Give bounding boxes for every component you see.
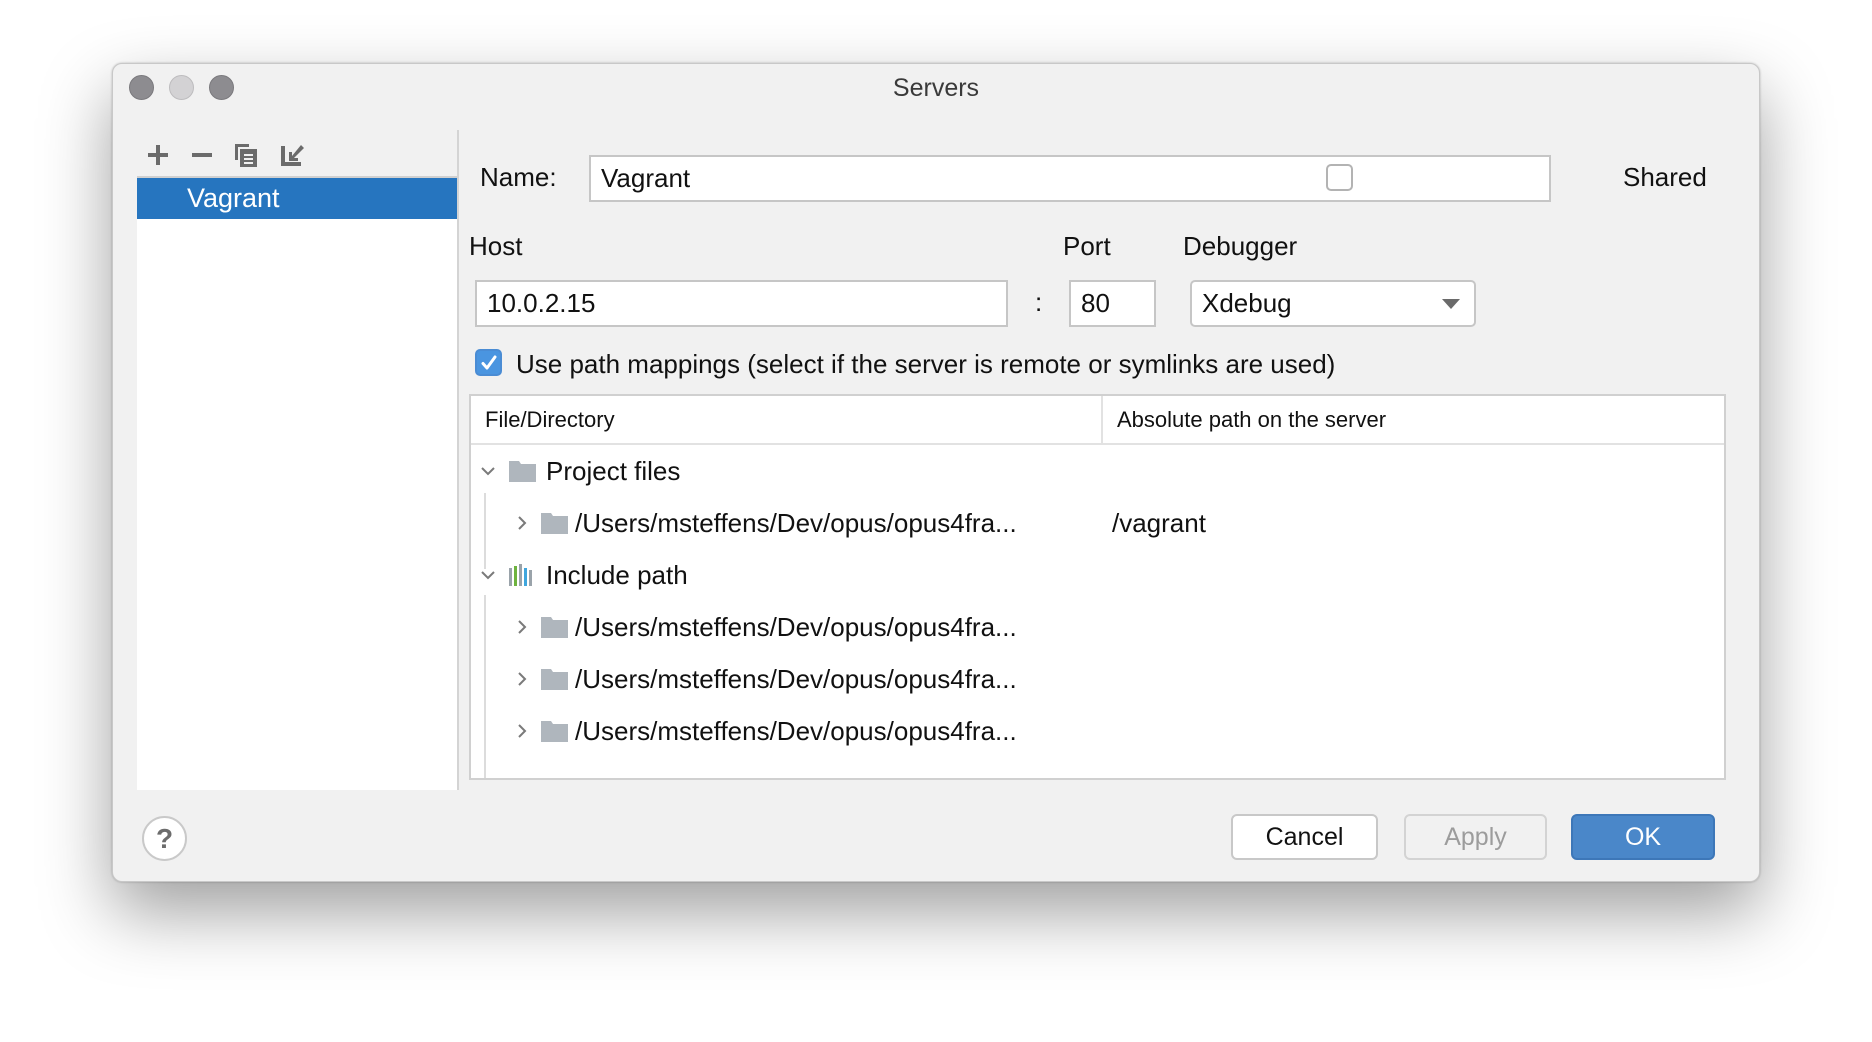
row-file: Include path: [546, 559, 688, 590]
chevron-right-icon[interactable]: [515, 516, 529, 530]
apply-button[interactable]: Apply: [1404, 814, 1547, 860]
debugger-select-value: Xdebug: [1202, 288, 1292, 318]
host-port-separator: :: [1035, 287, 1043, 317]
library-icon: [509, 564, 532, 586]
server-list-panel: Vagrant: [137, 130, 457, 790]
table-body: Project files /Users/msteffens/Dev/opus/…: [471, 445, 1724, 778]
row-file: /Users/msteffens/Dev/opus/opus4fra...: [575, 611, 1017, 642]
chevron-right-icon[interactable]: [515, 672, 529, 686]
table-row[interactable]: Project files: [471, 445, 1724, 497]
host-label: Host: [469, 231, 523, 261]
column-header-file[interactable]: File/Directory: [471, 396, 1101, 443]
folder-icon: [541, 512, 568, 534]
port-label: Port: [1063, 231, 1111, 261]
port-input[interactable]: 80: [1069, 280, 1156, 327]
row-file: Project files: [546, 455, 681, 486]
checkmark-icon: [481, 355, 496, 369]
row-file: /Users/msteffens/Dev/opus/opus4fra...: [575, 715, 1017, 746]
help-icon: ?: [155, 822, 174, 854]
table-header: File/Directory Absolute path on the serv…: [471, 396, 1724, 445]
copy-icon: [235, 144, 257, 167]
table-row[interactable]: /Users/msteffens/Dev/opus/opus4fra...: [471, 705, 1724, 757]
row-server-path[interactable]: /vagrant: [1112, 508, 1206, 539]
name-input[interactable]: Vagrant: [589, 155, 1551, 202]
folder-icon: [541, 668, 568, 690]
folder-icon: [509, 460, 536, 482]
add-server-button[interactable]: [143, 140, 173, 170]
chevron-right-icon[interactable]: [515, 724, 529, 738]
import-server-button[interactable]: [277, 140, 307, 170]
remove-icon: [192, 153, 212, 157]
panel-splitter[interactable]: [457, 130, 459, 790]
dropdown-arrow-icon: [1442, 299, 1460, 309]
cancel-button[interactable]: Cancel: [1231, 814, 1378, 860]
table-row[interactable]: /Users/msteffens/Dev/opus/opus4fra...: [471, 653, 1724, 705]
chevron-down-icon[interactable]: [481, 568, 495, 582]
chevron-down-icon[interactable]: [481, 464, 495, 478]
table-row[interactable]: /Users/msteffens/Dev/opus/opus4fra... /v…: [471, 497, 1724, 549]
server-list-item-vagrant[interactable]: Vagrant: [137, 178, 457, 219]
copy-server-button[interactable]: [231, 140, 261, 170]
name-label: Name:: [480, 162, 557, 192]
server-list: Vagrant: [137, 176, 457, 790]
help-button[interactable]: ?: [142, 816, 187, 861]
host-input[interactable]: 10.0.2.15: [475, 280, 1008, 327]
shared-label: Shared: [1623, 162, 1707, 192]
window-title: Servers: [892, 74, 980, 102]
folder-icon: [541, 720, 568, 742]
import-icon: [281, 145, 304, 166]
debugger-label: Debugger: [1183, 231, 1298, 261]
chevron-right-icon[interactable]: [515, 620, 529, 634]
path-mappings-table: File/Directory Absolute path on the serv…: [469, 394, 1726, 780]
folder-icon: [541, 616, 568, 638]
debugger-select[interactable]: Xdebug: [1190, 280, 1476, 327]
row-file: /Users/msteffens/Dev/opus/opus4fra...: [575, 507, 1017, 538]
column-header-server-path[interactable]: Absolute path on the server: [1101, 396, 1724, 443]
row-file: /Users/msteffens/Dev/opus/opus4fra...: [575, 663, 1017, 694]
table-row[interactable]: /Users/msteffens/Dev/opus/opus4fra...: [471, 601, 1724, 653]
servers-dialog: Servers Vagrant Name: Vagrant Shared Hos…: [112, 63, 1760, 882]
remove-server-button[interactable]: [187, 140, 217, 170]
use-path-mappings-label: Use path mappings (select if the server …: [516, 349, 1336, 379]
server-list-toolbar: [137, 130, 457, 176]
shared-checkbox[interactable]: [1326, 164, 1353, 191]
add-icon: [148, 145, 168, 165]
ok-button[interactable]: OK: [1571, 814, 1715, 860]
use-path-mappings-checkbox[interactable]: [475, 349, 502, 376]
table-row[interactable]: Include path: [471, 549, 1724, 601]
